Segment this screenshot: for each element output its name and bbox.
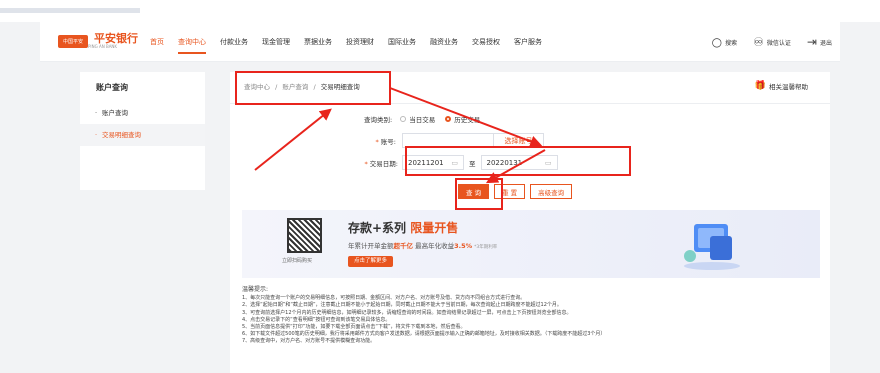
search-button[interactable]: ○ 搜索 — [712, 35, 738, 49]
nav-item-financing[interactable]: 融资业务 — [430, 22, 458, 62]
query-type-label: 查询类别: — [364, 116, 393, 124]
tips-section: 温馨提示: 1、每次只能查询一个账户的交易明细信息，可按照日期、金额区间、对方户… — [242, 286, 827, 346]
radio-today-label[interactable]: 当日交易 — [409, 114, 435, 124]
breadcrumb-sep: / — [313, 83, 316, 91]
account-label-wrap: * 账号: — [364, 136, 402, 146]
sidebar-title: 账户查询 — [96, 83, 128, 92]
logo-mark: 中国平安 — [58, 35, 88, 48]
nav-right-tools: ○ 搜索 ♾ 微信认证 ⇥ 退出 — [696, 22, 832, 62]
wechat-auth-button[interactable]: ♾ 微信认证 — [753, 35, 791, 49]
main-panel: 查询中心 / 账户查询 / 交易明细查询 🎁 相关温馨帮助 查询类别: 当日交易 … — [230, 72, 830, 373]
calendar-icon[interactable]: ▭ — [545, 159, 552, 167]
sidebar-item-account-query[interactable]: 账户查询 — [80, 102, 205, 124]
date-from-value: 20211201 — [408, 158, 444, 167]
logo-text-block: 平安银行 PING AN BANK — [88, 32, 138, 49]
wechat-icon: ♾ — [753, 35, 764, 49]
account-label: 账号: — [380, 137, 396, 146]
query-button[interactable]: 查 询 — [458, 184, 490, 199]
calendar-icon[interactable]: ▭ — [451, 159, 458, 167]
date-to-value: 20220131 — [486, 158, 523, 167]
date-from-input[interactable]: 20211201 ▭ — [402, 155, 464, 170]
search-label: 搜索 — [725, 39, 738, 47]
top-strip-bar — [0, 8, 140, 13]
banner-cta-button[interactable]: 点击了解更多 — [348, 256, 394, 267]
radio-history[interactable] — [445, 116, 452, 122]
search-icon: ○ — [711, 35, 723, 49]
breadcrumb-root[interactable]: 查询中心 — [244, 83, 270, 91]
breadcrumb-current: 交易明细查询 — [320, 83, 360, 91]
banner-title-highlight: 限量开售 — [410, 221, 459, 235]
date-row: * 交易日期: 20211201 ▭ 至 20220131 ▭ — [364, 155, 558, 170]
banner-subtitle: 年累计开单金额超千亿 最高年化收益3.5% *3年期利率 — [348, 240, 497, 250]
advanced-query-button[interactable]: 高级查询 — [530, 184, 573, 199]
banner-sub-mid: 最高年化收益 — [413, 242, 455, 250]
gift-icon: 🎁 — [754, 81, 766, 91]
wechat-label: 微信认证 — [766, 39, 791, 47]
top-navbar: 中国平安 平安银行 PING AN BANK 首页 查询中心 付款业务 现金管理… — [40, 22, 840, 62]
banner-sub-hl2: 3.5% — [454, 242, 473, 250]
date-label: 交易日期: — [369, 159, 398, 168]
date-sep: 至 — [469, 159, 476, 168]
nav-item-customer-service[interactable]: 客户服务 — [514, 22, 542, 62]
nav-item-cash-management[interactable]: 现金管理 — [262, 22, 290, 62]
radio-history-label[interactable]: 历史交易 — [454, 114, 480, 124]
nav-item-payment[interactable]: 付款业务 — [220, 22, 248, 62]
date-label-wrap: * 交易日期: — [364, 158, 402, 168]
banner-sub-hl1: 超千亿 — [393, 242, 414, 250]
sidebar: 账户查询 账户查询 交易明细查询 — [80, 72, 205, 190]
banner-illustration — [684, 224, 740, 270]
tip-line: 7、高级查询中，对方户名、对方账号不提供模糊查询功能。 — [242, 338, 376, 345]
main-nav: 首页 查询中心 付款业务 现金管理 票据业务 投资理财 国际业务 融资业务 交易… — [150, 22, 556, 62]
action-buttons: 查 询 重 置 高级查询 — [458, 184, 577, 199]
nav-item-investment[interactable]: 投资理财 — [346, 22, 374, 62]
account-input[interactable] — [402, 133, 494, 148]
select-account-button[interactable]: 选择账号 — [494, 133, 544, 148]
logout-label: 退出 — [819, 39, 832, 47]
banner-sub-pre: 年累计开单金额 — [348, 242, 394, 250]
nav-item-home[interactable]: 首页 — [150, 22, 164, 62]
help-link[interactable]: 🎁 相关温馨帮助 — [755, 81, 808, 91]
reset-button[interactable]: 重 置 — [494, 184, 526, 199]
qr-code-image — [287, 218, 322, 253]
bank-logo[interactable]: 中国平安 平安银行 PING AN BANK — [58, 32, 138, 49]
help-label: 相关温馨帮助 — [769, 83, 808, 91]
tip-line: 2、选择“起始日期”和“截止日期”，注意截止日期不能小于起始日期，同时截止日期不… — [242, 302, 562, 309]
nav-item-query-center[interactable]: 查询中心 — [178, 22, 206, 62]
breadcrumb: 查询中心 / 账户查询 / 交易明细查询 — [244, 81, 360, 91]
nav-item-authorization[interactable]: 交易授权 — [472, 22, 500, 62]
banner-sub-note: *3年期利率 — [474, 245, 498, 250]
browser-top-strip — [0, 0, 880, 22]
radio-today[interactable] — [400, 116, 407, 122]
account-row: * 账号: 选择账号 — [364, 133, 544, 148]
tip-line: 4、点击交易记录下的“查看明细”按钮可查询到该笔交易具体信息。 — [242, 316, 391, 323]
nav-item-bills[interactable]: 票据业务 — [304, 22, 332, 62]
query-type-row: 查询类别: 当日交易 历史交易 — [364, 114, 480, 124]
breadcrumb-sep: / — [275, 83, 278, 91]
tip-line: 3、可查询前选择户12个月内的历史明细信息，如明细记录较多，请缩短查询的时间段。… — [242, 309, 572, 316]
banner-title: 存款+系列 限量开售 — [348, 219, 458, 236]
header-divider — [230, 103, 830, 104]
tips-title: 温馨提示: — [242, 286, 269, 293]
logout-button[interactable]: ⇥ 退出 — [807, 35, 832, 49]
bank-name: 平安银行 — [94, 32, 138, 45]
date-to-input[interactable]: 20220131 ▭ — [480, 155, 558, 170]
nav-item-international[interactable]: 国际业务 — [388, 22, 416, 62]
sidebar-item-transaction-detail[interactable]: 交易明细查询 — [80, 124, 205, 146]
breadcrumb-mid[interactable]: 账户查询 — [282, 83, 308, 91]
qr-caption: 立即扫码购买 — [282, 258, 313, 264]
banner-title-main: 存款+系列 — [348, 221, 407, 235]
promo-banner[interactable]: 立即扫码购买 存款+系列 限量开售 年累计开单金额超千亿 最高年化收益3.5% *… — [242, 210, 820, 278]
logout-icon: ⇥ — [806, 35, 817, 49]
